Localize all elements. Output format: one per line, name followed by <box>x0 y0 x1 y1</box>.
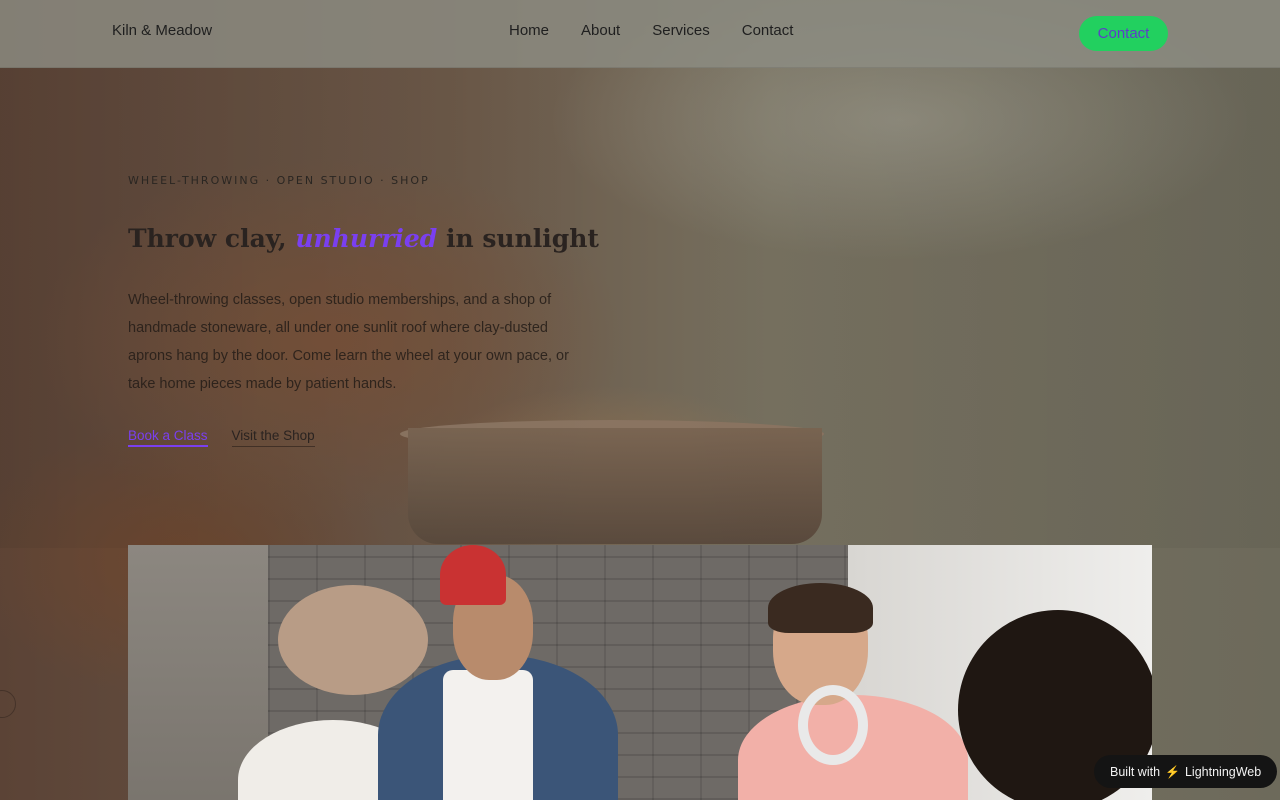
person-2-shirt <box>443 670 533 800</box>
headline-part-1: Throw clay, <box>128 224 296 253</box>
brand-logo[interactable]: Kiln & Meadow <box>112 22 212 39</box>
nav-link-contact[interactable]: Contact <box>742 22 794 39</box>
person-2-beanie <box>440 545 506 605</box>
person-3-hair <box>768 583 873 633</box>
nav-link-home[interactable]: Home <box>509 22 549 39</box>
nav-link-about[interactable]: About <box>581 22 620 39</box>
lightning-icon: ⚡ <box>1165 764 1180 779</box>
book-class-link[interactable]: Book a Class <box>128 428 208 447</box>
badge-prefix: Built with <box>1110 764 1161 779</box>
headphones <box>798 685 868 765</box>
hero-headline: Throw clay, unhurried in sunlight <box>128 224 599 253</box>
studio-group-photo <box>128 545 1152 800</box>
headline-accent: unhurried <box>295 224 438 253</box>
person-hat <box>278 585 428 695</box>
hero-eyebrow: WHEEL-THROWING · OPEN STUDIO · SHOP <box>128 174 430 187</box>
built-with-badge[interactable]: Built with ⚡ LightningWeb <box>1094 755 1278 788</box>
contact-button[interactable]: Contact <box>1079 16 1168 51</box>
headline-part-2: in sunlight <box>437 224 599 253</box>
hero-lead: Wheel-throwing classes, open studio memb… <box>128 292 569 392</box>
top-navigation: Kiln & Meadow Home About Services Contac… <box>0 0 1280 68</box>
nav-links: Home About Services Contact <box>509 22 793 39</box>
nav-link-services[interactable]: Services <box>652 22 710 39</box>
hero-cta-row: Book a Class Visit the Shop <box>128 428 315 447</box>
badge-name: LightningWeb <box>1184 764 1262 779</box>
visit-shop-link[interactable]: Visit the Shop <box>231 428 315 447</box>
